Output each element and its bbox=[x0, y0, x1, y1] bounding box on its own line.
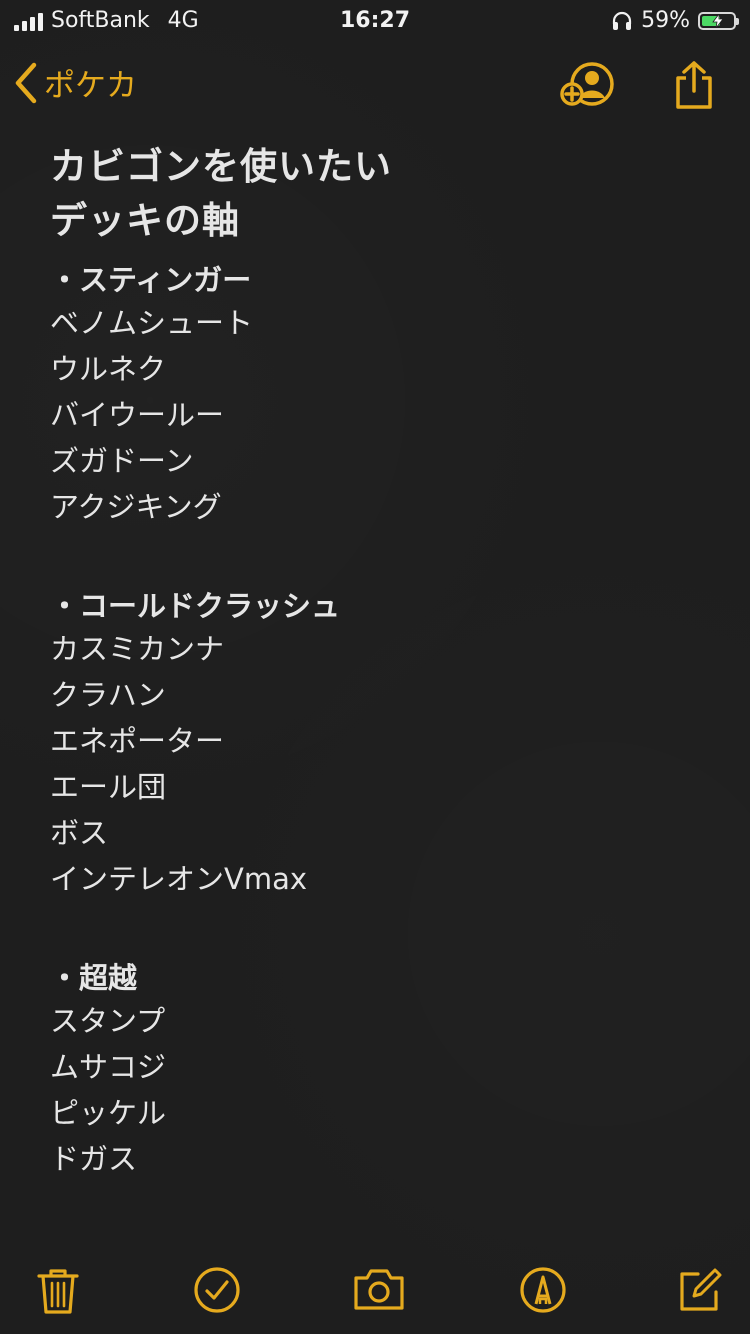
compose-icon[interactable] bbox=[676, 1266, 724, 1314]
checklist-icon[interactable] bbox=[193, 1266, 241, 1314]
list-item: ウルネク bbox=[50, 352, 167, 386]
nav-bar: ポケカ bbox=[0, 50, 750, 120]
section-cold-crush: ・コールドクラッシュ カスミカンナ クラハン エネポーター エール団 ボス イン… bbox=[50, 586, 710, 902]
camera-icon[interactable] bbox=[352, 1266, 406, 1312]
back-button[interactable]: ポケカ bbox=[14, 60, 137, 105]
list-item: ベノムシュート bbox=[50, 306, 254, 340]
chevron-left-icon bbox=[15, 62, 37, 103]
section-heading: ・スティンガー bbox=[50, 263, 252, 297]
section-heading: ・コールドクラッシュ bbox=[50, 589, 341, 623]
battery-percent: 59% bbox=[641, 8, 690, 33]
headphones-icon bbox=[612, 11, 632, 30]
list-item: ドガス bbox=[50, 1142, 138, 1176]
list-item: ムサコジ bbox=[50, 1050, 167, 1084]
list-item: カスミカンナ bbox=[50, 632, 225, 666]
list-item: バイウールー bbox=[50, 398, 225, 432]
section-stinger: ・スティンガー ベノムシュート ウルネク バイウールー ズガドーン アクジキング bbox=[50, 260, 710, 530]
status-left: SoftBank 4G bbox=[14, 8, 199, 33]
list-item: インテレオンVmax bbox=[50, 862, 308, 896]
add-person-icon[interactable] bbox=[560, 60, 618, 108]
status-right: 59% bbox=[611, 8, 739, 33]
status-bar: SoftBank 4G 16:27 59% bbox=[0, 0, 750, 40]
list-item: ズガドーン bbox=[50, 444, 194, 478]
markup-icon[interactable] bbox=[519, 1266, 567, 1314]
list-item: ボス bbox=[50, 816, 109, 850]
back-label: ポケカ bbox=[44, 68, 137, 104]
note-title-line-2: デッキの軸 bbox=[50, 199, 240, 242]
list-item: アクジキング bbox=[50, 490, 222, 524]
note-title-line-1: カビゴンを使いたい bbox=[50, 145, 392, 188]
battery-icon bbox=[698, 11, 739, 30]
note-body[interactable]: カビゴンを使いたい デッキの軸 ・スティンガー ベノムシュート ウルネク バイウ… bbox=[50, 140, 710, 1182]
bottom-toolbar bbox=[0, 1260, 750, 1320]
list-item: ピッケル bbox=[50, 1096, 167, 1130]
list-item: エール団 bbox=[50, 770, 167, 804]
list-item: クラハン bbox=[50, 678, 166, 712]
charging-bolt-icon bbox=[712, 13, 724, 28]
carrier-label: SoftBank bbox=[51, 8, 150, 33]
trash-icon[interactable] bbox=[36, 1266, 80, 1316]
section-transcend: ・超越 スタンプ ムサコジ ピッケル ドガス bbox=[50, 958, 710, 1182]
section-heading: ・超越 bbox=[50, 961, 138, 995]
share-icon[interactable] bbox=[672, 60, 716, 110]
signal-icon bbox=[14, 11, 43, 31]
network-label: 4G bbox=[167, 8, 199, 33]
list-item: エネポーター bbox=[50, 724, 225, 758]
list-item: スタンプ bbox=[50, 1004, 166, 1038]
